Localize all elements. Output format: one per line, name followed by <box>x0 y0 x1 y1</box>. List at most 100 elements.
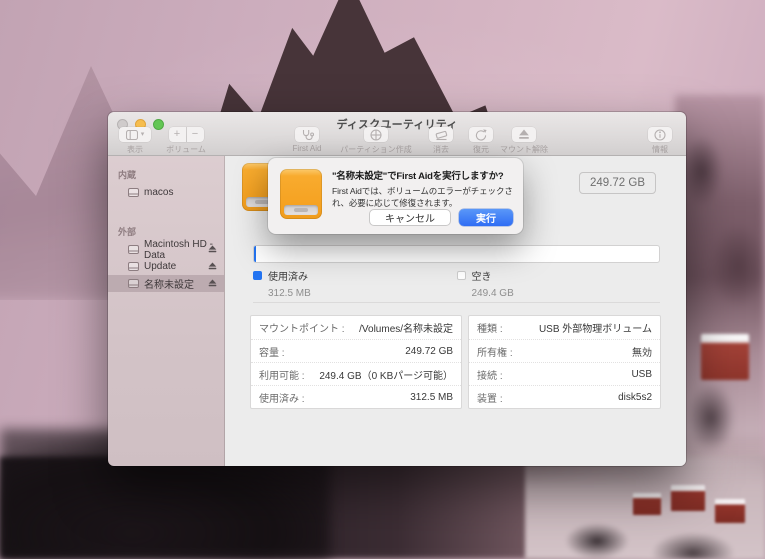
used-label: 使用済み <box>268 268 308 283</box>
eraser-icon <box>435 129 448 141</box>
partition-icon <box>370 129 382 141</box>
wallpaper-right-cliff <box>675 95 765 475</box>
restore-button[interactable] <box>469 127 493 142</box>
eject-icon[interactable] <box>208 279 217 287</box>
table-row: 利用可能 : 249.4 GB（0 KBパージ可能） <box>251 362 461 385</box>
wallpaper-red-house <box>701 334 749 380</box>
sidebar-item-label: macos <box>144 187 173 198</box>
plus-icon: + <box>174 129 180 140</box>
mount-point-value: /Volumes/名称未設定 <box>359 320 453 335</box>
toolbar-view-group: ▾ 表示 <box>118 127 152 155</box>
wallpaper-cabin <box>715 499 745 523</box>
eject-icon[interactable] <box>208 245 217 253</box>
remove-volume-button[interactable]: − <box>187 127 204 142</box>
sidebar-item-update[interactable]: Update <box>108 258 224 275</box>
sidebar-item-label: Update <box>144 261 176 272</box>
info-table-right: 種類 : USB 外部物理ボリューム 所有権 : 無効 接続 : USB 装 <box>468 315 661 409</box>
first-aid-button[interactable] <box>295 127 319 142</box>
table-row: 所有権 : 無効 <box>469 339 660 362</box>
table-row: マウントポイント : /Volumes/名称未設定 <box>251 316 461 339</box>
chevron-down-icon: ▾ <box>141 131 145 138</box>
capacity-badge: 249.72 GB <box>579 172 656 194</box>
info-icon <box>654 129 666 141</box>
erase-button[interactable] <box>429 127 453 142</box>
info-table-left: マウントポイント : /Volumes/名称未設定 容量 : 249.72 GB… <box>250 315 462 409</box>
toolbar-erase-group: 消去 <box>420 127 462 155</box>
used-value: 312.5 MB <box>410 392 453 403</box>
unmount-button[interactable] <box>512 127 536 142</box>
usage-legend: 使用済み 312.5 MB 空き 249.4 GB <box>253 268 660 299</box>
toolbar-unmount-group: マウント解除 <box>500 127 548 155</box>
view-button[interactable]: ▾ <box>119 127 151 142</box>
table-row: 種類 : USB 外部物理ボリューム <box>469 316 660 339</box>
type-value: USB 外部物理ボリューム <box>539 320 652 335</box>
wallpaper-cabin <box>633 493 661 515</box>
ownership-label: 所有権 : <box>477 344 513 359</box>
sidebar-view-icon <box>126 130 138 140</box>
first-aid-label: First Aid <box>293 144 322 153</box>
device-label: 装置 : <box>477 390 503 405</box>
sidebar-item-macos[interactable]: macos <box>108 184 224 201</box>
cancel-button[interactable]: キャンセル <box>369 209 451 226</box>
sidebar-section-external: 外部 <box>118 225 224 238</box>
partition-icon-button[interactable] <box>364 127 388 142</box>
free-value: 249.4 GB <box>472 288 661 299</box>
add-volume-button[interactable]: + <box>169 127 186 142</box>
view-label: 表示 <box>127 144 143 155</box>
stethoscope-icon <box>300 129 314 141</box>
titlebar: ディスクユーティリティ ▾ 表示 + − ボリューム <box>108 112 686 156</box>
sidebar: 内蔵 macos 外部 Macintosh HD - Data <box>108 156 225 466</box>
eject-icon[interactable] <box>208 262 217 270</box>
type-label: 種類 : <box>477 320 503 335</box>
usage-bar <box>253 245 660 263</box>
toolbar-volume-group: + − ボリューム <box>166 127 206 155</box>
restore-label: 復元 <box>473 144 489 155</box>
mount-point-label: マウントポイント : <box>259 320 345 335</box>
volume-label: ボリューム <box>166 144 206 155</box>
eject-icon <box>518 129 530 140</box>
partition-label: パーティション作成 <box>340 144 412 155</box>
dialog-message: First Aidでは、ボリュームのエラーがチェックされ、必要に応じて修復されま… <box>332 186 515 210</box>
disk-icon <box>128 188 139 197</box>
connection-value: USB <box>631 369 652 380</box>
connection-label: 接続 : <box>477 367 503 382</box>
toolbar-info-group: 情報 <box>644 127 676 155</box>
used-value: 312.5 MB <box>268 288 457 299</box>
device-value: disk5s2 <box>618 392 652 403</box>
table-row: 装置 : disk5s2 <box>469 385 660 408</box>
info-label: 情報 <box>652 144 668 155</box>
minus-icon: − <box>192 129 198 140</box>
toolbar-partition-group: パーティション作成 <box>334 127 418 155</box>
ownership-value: 無効 <box>632 344 652 359</box>
sidebar-item-untitled[interactable]: 名称未設定 <box>108 275 224 292</box>
sidebar-item-macintosh-hd-data[interactable]: Macintosh HD - Data <box>108 241 224 258</box>
sidebar-item-label: 名称未設定 <box>144 276 194 291</box>
usage-bar-used-segment <box>254 246 256 262</box>
first-aid-dialog: "名称未設定"でFirst Aidを実行しますか? First Aidでは、ボリ… <box>268 158 523 234</box>
free-label: 空き <box>472 268 492 283</box>
free-swatch <box>457 271 466 280</box>
run-button[interactable]: 実行 <box>459 209 513 226</box>
used-swatch <box>253 271 262 280</box>
used-label: 使用済み : <box>259 390 305 405</box>
dialog-title: "名称未設定"でFirst Aidを実行しますか? <box>332 168 515 182</box>
table-row: 接続 : USB <box>469 362 660 385</box>
erase-label: 消去 <box>433 144 449 155</box>
unmount-label: マウント解除 <box>500 144 548 155</box>
desktop: ディスクユーティリティ ▾ 表示 + − ボリューム <box>0 0 765 559</box>
toolbar-first-aid-group: First Aid <box>282 127 332 153</box>
legend-free: 空き 249.4 GB <box>457 268 661 299</box>
restore-arrow-icon <box>475 129 487 141</box>
available-label: 利用可能 : <box>259 367 305 382</box>
external-drive-icon <box>280 169 322 219</box>
info-button[interactable] <box>648 127 672 142</box>
divider <box>253 302 660 303</box>
capacity-label: 容量 : <box>259 344 285 359</box>
sidebar-section-internal: 内蔵 <box>118 168 224 181</box>
disk-icon <box>128 245 139 254</box>
disk-icon <box>128 262 139 271</box>
capacity-value: 249.72 GB <box>405 346 453 357</box>
available-value: 249.4 GB（0 KBパージ可能） <box>319 367 453 382</box>
disk-icon <box>128 279 139 288</box>
table-row: 使用済み : 312.5 MB <box>251 385 461 408</box>
